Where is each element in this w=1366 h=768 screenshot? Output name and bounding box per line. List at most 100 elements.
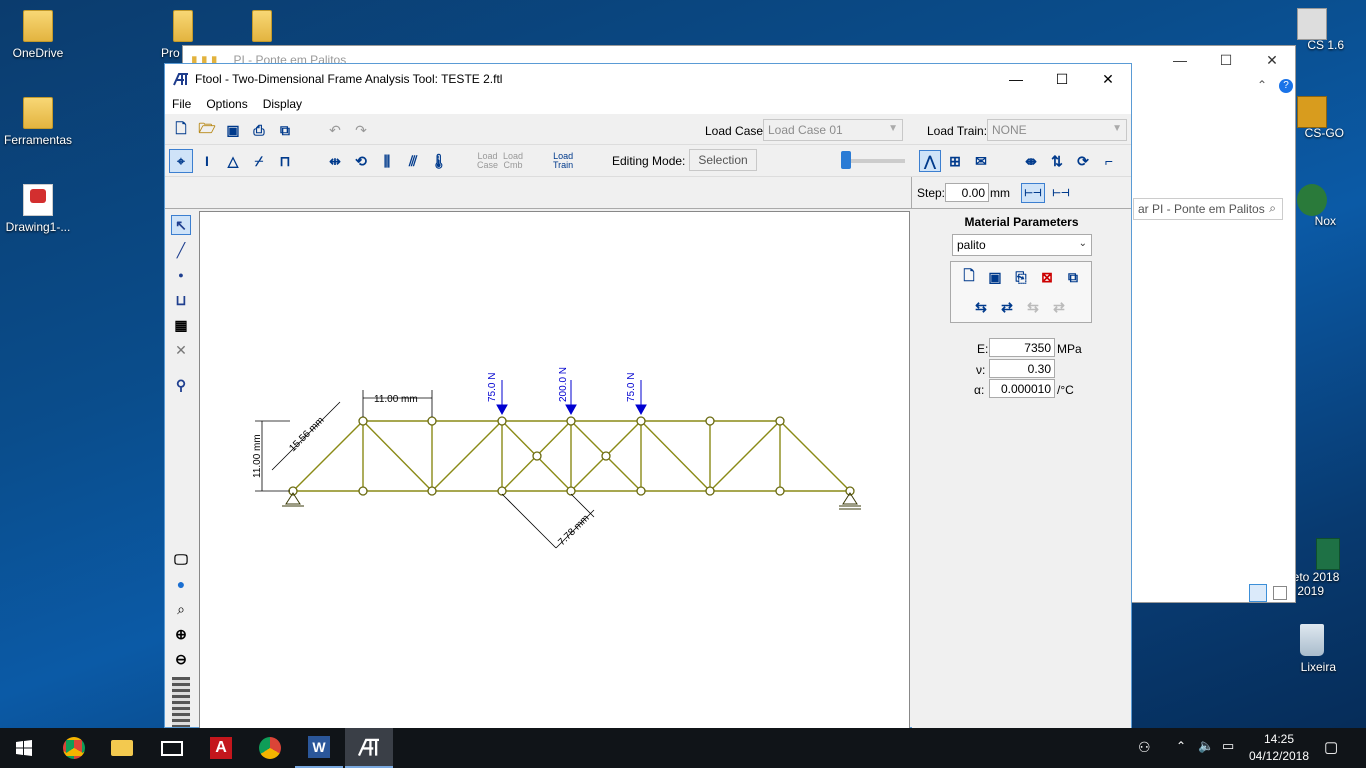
volume-icon[interactable]: 🔈	[1198, 738, 1214, 754]
redo-icon[interactable]: ↷	[351, 120, 371, 140]
moment-icon[interactable]: ⟳	[1073, 151, 1093, 171]
explorer-search-input[interactable]: ar PI - Ponte em Palitos ⌕	[1133, 198, 1283, 220]
load-train-select[interactable]: NONE ▼	[987, 119, 1127, 141]
diagram-icon[interactable]: ⋀	[919, 150, 941, 172]
load-case-select[interactable]: Load Case 01 ▼	[763, 119, 903, 141]
desktop-icon-label: Ferramentas	[3, 133, 73, 147]
network-icon[interactable]: ▭	[1222, 738, 1234, 754]
shear-icon[interactable]: ⇅	[1047, 151, 1067, 171]
assign-material-icon[interactable]: ⇆	[971, 297, 991, 317]
excel-icon	[1316, 538, 1340, 570]
taskbar-autocad[interactable]: A	[197, 728, 245, 768]
scale-slider-thumb[interactable]	[841, 151, 851, 169]
print-icon[interactable]: ⎙	[249, 120, 269, 140]
undo-icon[interactable]: ↶	[325, 120, 345, 140]
menu-display[interactable]: Display	[256, 97, 310, 111]
alpha-input[interactable]: 0.000010	[989, 379, 1055, 398]
minimize-icon[interactable]: —	[1157, 46, 1203, 74]
nodal-load-icon[interactable]: ⇹	[325, 151, 345, 171]
save-material-icon[interactable]: ▣	[985, 267, 1005, 287]
copy-icon[interactable]: ⧉	[275, 120, 295, 140]
new-material-icon[interactable]: 🗋	[959, 267, 979, 287]
unassign-material-icon[interactable]: ⇆	[1023, 297, 1043, 317]
menu-options[interactable]: Options	[199, 97, 255, 111]
help-icon[interactable]: ?	[1279, 79, 1293, 93]
support-icon[interactable]: △	[223, 151, 243, 171]
desktop-icon-folder-top2[interactable]	[224, 10, 300, 46]
large-icons-view-icon[interactable]	[1273, 586, 1287, 600]
line-tool-icon[interactable]: ╱	[171, 240, 191, 260]
load-train-button[interactable]: Load Train	[553, 152, 573, 170]
result-icon[interactable]: ⊞	[945, 151, 965, 171]
open-folder-icon[interactable]: 🗁	[197, 120, 217, 140]
envelope-icon[interactable]: ✉	[971, 151, 991, 171]
load-cmb-button[interactable]: Load Cmb	[503, 152, 523, 170]
close-icon[interactable]: ✕	[1249, 46, 1295, 74]
delete-icon[interactable]: ✕	[171, 340, 191, 360]
drawing-canvas[interactable]: 11.00 mm 11.00 mm 15.56 mm 7.78 mm 75.0 …	[199, 211, 910, 729]
e-unit: MPa	[1057, 342, 1082, 356]
desktop-icon-lixeira[interactable]: Lixeira	[1274, 624, 1350, 674]
assign-all-material-icon[interactable]: ⇄	[997, 297, 1017, 317]
ribbon-collapse-icon[interactable]: ⌃	[1257, 78, 1267, 92]
linear-load-icon[interactable]: ⫻	[403, 151, 423, 171]
zoom-in-icon[interactable]: ⊕	[171, 624, 191, 644]
copy-material-icon[interactable]: ⧉	[1063, 267, 1083, 287]
desktop-icon-ferramentas[interactable]: Ferramentas	[0, 97, 76, 147]
start-button[interactable]	[0, 728, 48, 768]
nu-input[interactable]: 0.30	[989, 359, 1055, 378]
taskbar-chrome-2[interactable]	[246, 728, 294, 768]
uniform-load-icon[interactable]: ⫼	[377, 151, 397, 171]
ruler-alt-icon[interactable]: ⊢⊣	[1049, 183, 1073, 203]
e-input[interactable]: 7350	[989, 338, 1055, 357]
dimension-tool-icon[interactable]: ⊔	[171, 290, 191, 310]
deformed-icon[interactable]: ⌐	[1099, 151, 1119, 171]
display-icon[interactable]: 🖵	[171, 549, 191, 569]
delete-material-icon[interactable]: ⊠	[1037, 267, 1057, 287]
step-input[interactable]: 0.00	[945, 183, 989, 202]
load-case-button[interactable]: Load Case	[477, 152, 498, 170]
desktop-icon-projeto[interactable]: jeto 2018 - 2019	[1290, 538, 1366, 598]
taskbar-ftool[interactable]	[345, 728, 393, 768]
material-select[interactable]: palito ⌄	[952, 234, 1092, 256]
maximize-icon[interactable]: ☐	[1039, 64, 1085, 94]
ruler-icon[interactable]: ⊢⊣	[1021, 183, 1045, 203]
grid-tool-icon[interactable]: ▦	[171, 315, 191, 335]
details-view-icon[interactable]	[1249, 584, 1267, 602]
unassign-all-material-icon[interactable]: ⇄	[1049, 297, 1069, 317]
recycle-bin-icon	[1300, 624, 1324, 656]
save-icon[interactable]: ▣	[223, 120, 243, 140]
select-cursor-icon[interactable]: ↖	[171, 215, 191, 235]
new-file-icon[interactable]: 🗋	[171, 120, 191, 140]
load-train-label: Load Train:	[927, 124, 988, 138]
axial-icon[interactable]: ⇼	[1021, 151, 1041, 171]
frame-icon[interactable]: ⊓	[275, 151, 295, 171]
people-icon[interactable]: ⚇	[1138, 739, 1151, 756]
close-icon[interactable]: ✕	[1085, 64, 1131, 94]
hinge-icon[interactable]: ⌿	[249, 151, 269, 171]
ftool-window[interactable]: Ftool - Two-Dimensional Frame Analysis T…	[164, 63, 1132, 729]
section-icon[interactable]: I	[197, 151, 217, 171]
maximize-icon[interactable]: ☐	[1203, 46, 1249, 74]
model-mode-icon[interactable]: ⌖	[169, 149, 193, 173]
zoom-out-icon[interactable]: ⊖	[171, 649, 191, 669]
notifications-icon[interactable]: ▢	[1324, 738, 1338, 756]
globe-icon[interactable]: ●	[171, 574, 191, 594]
taskbar-chrome[interactable]	[50, 728, 98, 768]
taskbar-mail[interactable]	[148, 728, 196, 768]
chevron-up-icon[interactable]: ⌃	[1176, 739, 1186, 753]
desktop-icon-drawing1[interactable]: Drawing1-...	[0, 184, 76, 234]
minimize-icon[interactable]: —	[993, 64, 1039, 94]
zoom-icon[interactable]: ⌕	[171, 599, 191, 619]
nodal-moment-icon[interactable]: ⟲	[351, 151, 371, 171]
clock[interactable]: 14:25 04/12/2018	[1244, 732, 1314, 763]
taskbar-word[interactable]: W	[295, 728, 343, 768]
menu-file[interactable]: File	[165, 97, 199, 111]
editing-mode-select[interactable]: Selection	[689, 149, 757, 171]
desktop-icon-onedrive[interactable]: OneDrive	[0, 10, 76, 60]
thermal-load-icon[interactable]: 🌡	[429, 151, 449, 171]
pick-tool-icon[interactable]: ⚲	[171, 375, 191, 395]
load-material-icon[interactable]: ⎘	[1011, 267, 1031, 287]
node-tool-icon[interactable]: ●	[171, 265, 191, 285]
taskbar-file-explorer[interactable]	[98, 728, 146, 768]
